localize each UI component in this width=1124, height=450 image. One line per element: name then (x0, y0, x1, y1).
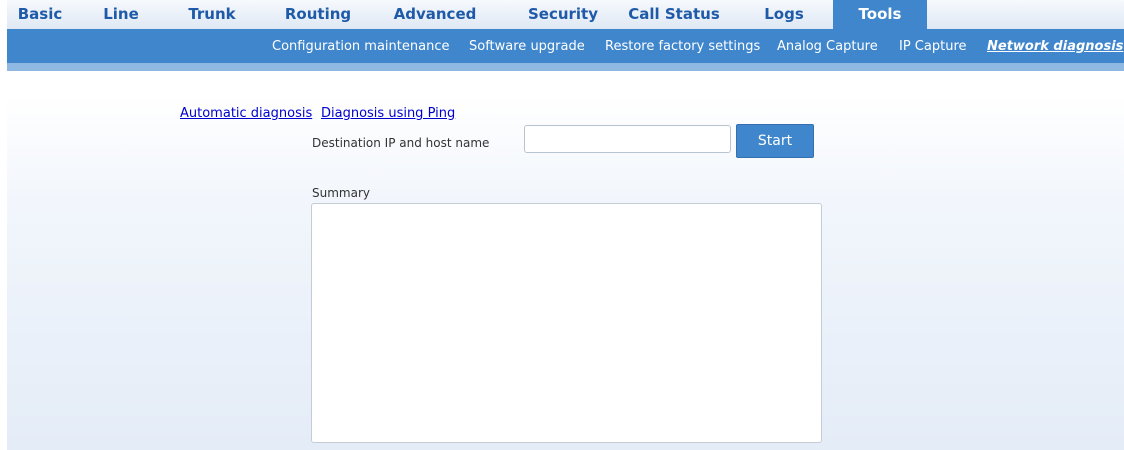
tab-logs[interactable]: Logs (759, 0, 809, 29)
tab-advanced[interactable]: Advanced (385, 0, 485, 29)
automatic-diagnosis-link[interactable]: Automatic diagnosis (180, 106, 312, 121)
tab-basic[interactable]: Basic (7, 0, 73, 29)
tab-tools[interactable]: Tools (833, 0, 927, 29)
tab-call-status[interactable]: Call Status (619, 0, 729, 29)
subnav-configuration-maintenance[interactable]: Configuration maintenance (272, 39, 449, 54)
subnav-software-upgrade[interactable]: Software upgrade (469, 39, 585, 54)
tab-routing[interactable]: Routing (275, 0, 361, 29)
subnav-network-diagnosis[interactable]: Network diagnosis (987, 39, 1123, 54)
tab-line[interactable]: Line (93, 0, 149, 29)
sub-nav: Configuration maintenance Software upgra… (7, 29, 1124, 71)
tab-security[interactable]: Security (519, 0, 607, 29)
tab-trunk[interactable]: Trunk (181, 0, 243, 29)
summary-label: Summary (312, 186, 370, 200)
top-nav: Basic Line Trunk Routing Advanced Securi… (7, 0, 1124, 29)
subnav-ip-capture[interactable]: IP Capture (899, 39, 967, 54)
subnav-analog-capture[interactable]: Analog Capture (777, 39, 878, 54)
page-frame: Basic Line Trunk Routing Advanced Securi… (7, 0, 1124, 450)
destination-input[interactable] (524, 125, 731, 153)
subnav-restore-factory-settings[interactable]: Restore factory settings (605, 39, 760, 54)
summary-textarea[interactable] (311, 203, 822, 443)
destination-label: Destination IP and host name (312, 136, 490, 150)
subnav-stripe (7, 63, 1124, 71)
ping-diagnosis-link[interactable]: Diagnosis using Ping (321, 106, 455, 121)
start-button[interactable]: Start (736, 124, 814, 158)
